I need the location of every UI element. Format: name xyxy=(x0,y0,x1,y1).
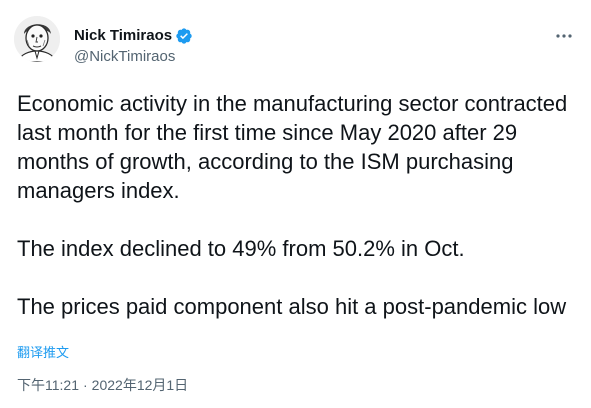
tweet-paragraph-1: Economic activity in the manufacturing s… xyxy=(17,91,568,203)
more-options-button[interactable] xyxy=(551,26,577,46)
translate-tweet-link[interactable]: 翻译推文 xyxy=(17,345,69,361)
verified-badge-icon xyxy=(175,27,193,45)
avatar-sketch-icon xyxy=(14,16,60,62)
tweet-date[interactable]: 2022年12月1日 xyxy=(92,376,189,394)
author-block: Nick Timiraos @NickTimiraos xyxy=(74,26,193,67)
handle[interactable]: @NickTimiraos xyxy=(74,47,193,67)
tweet-paragraph-3: The prices paid component also hit a pos… xyxy=(17,294,567,319)
name-row: Nick Timiraos xyxy=(74,26,193,46)
tweet-body: Economic activity in the manufacturing s… xyxy=(17,89,582,321)
tweet-time[interactable]: 下午11:21 xyxy=(17,376,79,394)
ellipsis-icon xyxy=(556,34,572,38)
avatar[interactable] xyxy=(14,16,60,62)
tweet-card: Nick Timiraos @NickTimiraos Economic act… xyxy=(0,0,591,408)
tweet-meta: 下午11:21 · 2022年12月1日 xyxy=(17,376,188,394)
meta-separator: · xyxy=(83,377,88,393)
tweet-paragraph-2: The index declined to 49% from 50.2% in … xyxy=(17,236,465,261)
display-name[interactable]: Nick Timiraos xyxy=(74,26,172,46)
